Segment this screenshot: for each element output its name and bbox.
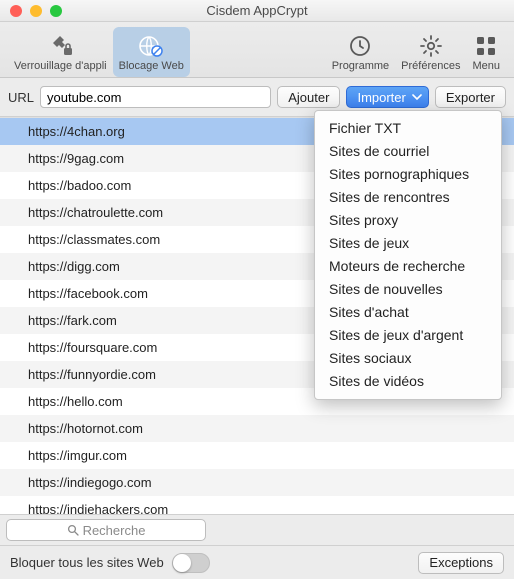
search-bar: Recherche <box>0 514 514 545</box>
dropdown-item[interactable]: Sites de jeux d'argent <box>315 324 501 347</box>
window-title: Cisdem AppCrypt <box>0 3 514 18</box>
app-lock-icon <box>46 32 74 60</box>
block-all-toggle[interactable] <box>172 553 210 573</box>
tab-preferences[interactable]: Préférences <box>395 27 466 77</box>
table-row[interactable]: https://imgur.com <box>0 442 514 469</box>
toolbar: Verrouillage d'appli Blocage Web Program… <box>0 22 514 78</box>
dropdown-item[interactable]: Sites proxy <box>315 209 501 232</box>
search-placeholder: Recherche <box>83 523 146 538</box>
url-input[interactable] <box>40 86 271 108</box>
clock-icon <box>348 32 372 60</box>
tab-label: Verrouillage d'appli <box>14 60 107 72</box>
tab-app-lock[interactable]: Verrouillage d'appli <box>8 27 113 77</box>
tab-label: Préférences <box>401 60 460 72</box>
import-button[interactable]: Importer <box>346 86 428 108</box>
tab-schedule[interactable]: Programme <box>326 27 395 77</box>
dropdown-item[interactable]: Moteurs de recherche <box>315 255 501 278</box>
table-row[interactable]: https://indiehackers.com <box>0 496 514 514</box>
chevron-down-icon <box>412 92 422 102</box>
dropdown-item[interactable]: Sites de rencontres <box>315 186 501 209</box>
grid-icon <box>475 32 497 60</box>
tab-label: Blocage Web <box>119 60 184 72</box>
dropdown-item[interactable]: Sites de nouvelles <box>315 278 501 301</box>
import-label: Importer <box>357 90 405 105</box>
dropdown-item[interactable]: Fichier TXT <box>315 117 501 140</box>
add-button[interactable]: Ajouter <box>277 86 340 108</box>
export-button[interactable]: Exporter <box>435 86 506 108</box>
dropdown-item[interactable]: Sites de courriel <box>315 140 501 163</box>
search-icon <box>67 524 79 536</box>
dropdown-item[interactable]: Sites pornographiques <box>315 163 501 186</box>
search-input[interactable]: Recherche <box>6 519 206 541</box>
tab-menu[interactable]: Menu <box>466 27 506 77</box>
bottom-bar: Bloquer tous les sites Web Exceptions <box>0 545 514 579</box>
titlebar: Cisdem AppCrypt <box>0 0 514 22</box>
tab-label: Programme <box>332 60 389 72</box>
exceptions-button[interactable]: Exceptions <box>418 552 504 574</box>
gear-icon <box>419 32 443 60</box>
dropdown-item[interactable]: Sites de jeux <box>315 232 501 255</box>
block-all-label: Bloquer tous les sites Web <box>10 555 164 570</box>
dropdown-item[interactable]: Sites de vidéos <box>315 370 501 393</box>
tab-web-block[interactable]: Blocage Web <box>113 27 190 77</box>
import-dropdown: Fichier TXTSites de courrielSites pornog… <box>314 110 502 400</box>
dropdown-item[interactable]: Sites sociaux <box>315 347 501 370</box>
table-row[interactable]: https://indiegogo.com <box>0 469 514 496</box>
web-block-icon <box>137 32 165 60</box>
tab-label: Menu <box>472 60 500 72</box>
url-label: URL <box>8 90 34 105</box>
dropdown-item[interactable]: Sites d'achat <box>315 301 501 324</box>
table-row[interactable]: https://hotornot.com <box>0 415 514 442</box>
